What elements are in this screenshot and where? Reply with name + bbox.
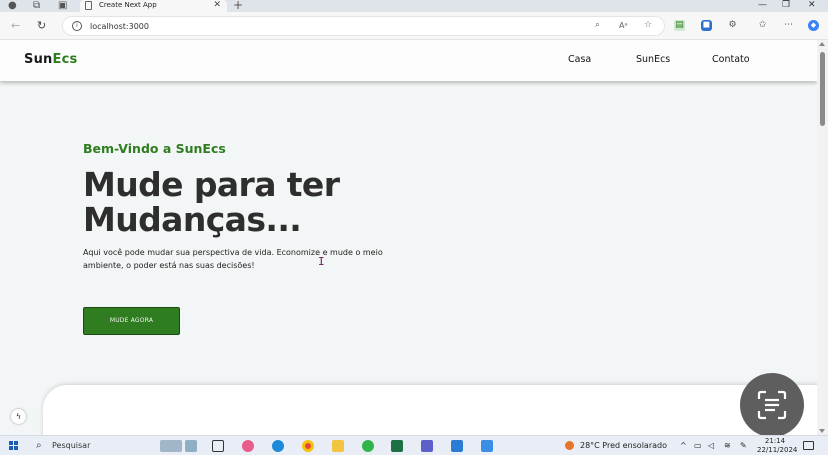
search-icon: ⌕: [36, 440, 42, 451]
store-icon[interactable]: [481, 440, 493, 452]
weather-icon[interactable]: [565, 441, 574, 450]
nav-link-sunecs[interactable]: SunEcs: [636, 54, 670, 65]
workspaces-icon[interactable]: ⧉: [33, 0, 40, 11]
clock-date: 22/11/2024: [757, 446, 798, 454]
favorite-star-icon[interactable]: ☆: [644, 20, 652, 30]
tray-chevron-icon[interactable]: ^: [680, 441, 687, 450]
weather-text[interactable]: 28°C Pred ensolarado: [580, 441, 667, 450]
task-view-icon[interactable]: [212, 440, 224, 452]
volume-icon[interactable]: ◁: [708, 441, 714, 450]
chrome-icon[interactable]: [302, 440, 314, 452]
scroll-up-icon[interactable]: [819, 42, 825, 46]
minimize-icon[interactable]: —: [758, 0, 767, 11]
windows-taskbar: ⌕ Pesquisar 28°C Pred ensolarado ^ ▭ ◁ ≋…: [0, 435, 828, 455]
excel-icon[interactable]: [391, 440, 403, 452]
windows-start-icon[interactable]: [9, 441, 19, 451]
read-aloud-icon[interactable]: Aᵃ: [619, 21, 628, 30]
tab-close-icon[interactable]: ✕: [213, 0, 221, 11]
taskbar-search-placeholder: Pesquisar: [52, 441, 91, 450]
notification-icon[interactable]: [803, 441, 814, 450]
browser-toolbar: ← ↻ i localhost:3000 ⌕ Aᵃ ☆ ▤ ◼ ⚙ ✩ ⋯ ◆: [0, 12, 828, 40]
vscode-icon[interactable]: [451, 440, 463, 452]
address-bar[interactable]: i localhost:3000 ⌕ Aᵃ ☆: [62, 16, 665, 36]
tab-actions-icon[interactable]: ▣: [58, 0, 67, 11]
new-tab-icon[interactable]: +: [233, 0, 243, 12]
zoom-icon[interactable]: ⌕: [595, 20, 600, 30]
extension-blue-icon[interactable]: ◼: [701, 20, 712, 31]
browser-tab[interactable]: Create Next App ✕: [80, 0, 227, 12]
extensions-puzzle-icon[interactable]: ⚙: [727, 20, 738, 31]
extension-icon[interactable]: ▤: [674, 20, 685, 31]
file-explorer-icon[interactable]: [332, 440, 344, 452]
nav-link-contato[interactable]: Contato: [712, 54, 750, 65]
visual-search-icon: [757, 390, 787, 420]
window-close-icon[interactable]: ✕: [808, 0, 816, 11]
copilot-taskbar-icon[interactable]: [242, 440, 254, 452]
whatsapp-icon[interactable]: [362, 440, 374, 452]
maximize-icon[interactable]: ❐: [782, 0, 790, 11]
site-logo[interactable]: SunEcs: [24, 52, 77, 67]
browser-tab-strip: ● ⧉ ▣ Create Next App ✕ + — ❐ ✕: [0, 0, 828, 12]
favorites-icon[interactable]: ✩: [757, 20, 768, 31]
copilot-icon[interactable]: ◆: [808, 20, 819, 31]
logo-prefix: Sun: [24, 52, 53, 67]
search-highlight-icon[interactable]: [160, 440, 182, 452]
profile-icon[interactable]: ●: [8, 0, 17, 11]
back-icon[interactable]: ←: [11, 19, 20, 32]
wifi-icon[interactable]: ≋: [724, 441, 731, 450]
page-icon: [85, 1, 92, 10]
site-info-icon[interactable]: i: [72, 21, 82, 31]
tab-title: Create Next App: [99, 1, 157, 9]
site-header: SunEcs Casa SunEcs Contato: [0, 40, 817, 81]
hero-kicker: Bem-Vindo a SunEcs: [83, 141, 226, 156]
url-text[interactable]: localhost:3000: [90, 21, 149, 32]
hero-title: Mude para ter Mudanças...: [83, 165, 340, 239]
pen-icon[interactable]: ✎: [740, 441, 747, 450]
clock-time: 21:14: [764, 437, 786, 445]
page-viewport: SunEcs Casa SunEcs Contato Bem-Vindo a S…: [0, 40, 828, 435]
more-options-icon[interactable]: ⋯: [783, 20, 794, 31]
taskbar-clock[interactable]: 21:14 22/11/2024: [757, 437, 798, 455]
nav-link-casa[interactable]: Casa: [568, 54, 591, 65]
refresh-icon[interactable]: ↻: [37, 19, 46, 32]
hero-title-line-2: Mudanças...: [83, 200, 302, 239]
scrollbar-thumb[interactable]: [820, 52, 825, 126]
hero-title-line-1: Mude para ter: [83, 165, 340, 204]
content-card: [43, 385, 823, 435]
scroll-down-icon[interactable]: [819, 429, 825, 433]
visual-search-button[interactable]: [740, 373, 804, 435]
scrollbar[interactable]: [817, 40, 828, 435]
battery-icon[interactable]: ▭: [694, 441, 702, 450]
nextjs-dev-indicator-icon[interactable]: ϟ: [11, 409, 26, 424]
logo-accent: Ecs: [52, 52, 78, 67]
text-cursor-icon: I: [318, 255, 325, 268]
teams-icon[interactable]: [421, 440, 433, 452]
cta-button[interactable]: MUDE AGORA: [83, 307, 180, 335]
hero-description: Aqui você pode mudar sua perspectiva de …: [83, 248, 383, 270]
edge-icon[interactable]: [272, 440, 284, 452]
widget-icon[interactable]: [185, 440, 197, 452]
